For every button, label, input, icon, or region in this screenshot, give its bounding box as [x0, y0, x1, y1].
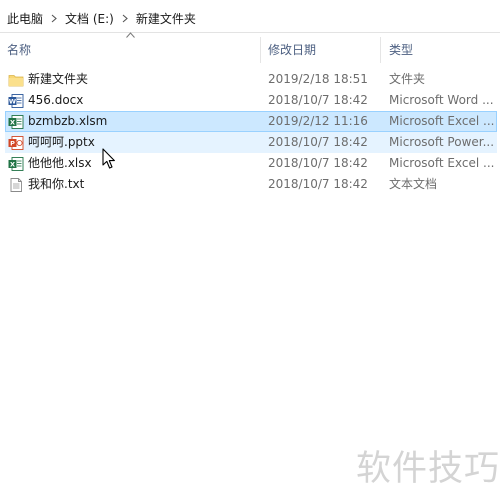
word-document-icon: W	[8, 94, 24, 108]
svg-text:X: X	[10, 161, 15, 169]
file-type: Microsoft Power...	[389, 135, 495, 149]
column-header-name[interactable]: 名称	[7, 35, 259, 65]
file-name: 呵呵呵.pptx	[28, 135, 95, 149]
file-date-modified: 2018/10/7 18:42	[268, 177, 368, 191]
column-header-date-modified[interactable]: 修改日期	[268, 35, 378, 65]
file-row-txt[interactable]: 我和你.txt 2018/10/7 18:42 文本文档	[0, 174, 500, 195]
file-date-modified: 2018/10/7 18:42	[268, 156, 368, 170]
file-type: Microsoft Excel ...	[389, 156, 495, 170]
file-name: 456.docx	[28, 93, 84, 107]
column-divider[interactable]	[380, 37, 381, 63]
file-type: Microsoft Excel ...	[389, 114, 495, 128]
breadcrumb: 此电脑 文档 (E:) 新建文件夹	[5, 9, 198, 27]
folder-icon	[8, 75, 24, 87]
file-row-xlsx[interactable]: X 他他他.xlsx 2018/10/7 18:42 Microsoft Exc…	[0, 153, 500, 174]
file-date-modified: 2019/2/12 11:16	[268, 114, 368, 128]
breadcrumb-this-pc[interactable]: 此电脑	[5, 10, 45, 27]
file-name: 他他他.xlsx	[28, 156, 92, 170]
file-row-folder[interactable]: 新建文件夹 2019/2/18 18:51 文件夹	[0, 69, 500, 90]
text-document-icon	[10, 178, 22, 192]
file-row-docx[interactable]: W 456.docx 2018/10/7 18:42 Microsoft Wor…	[0, 90, 500, 111]
file-type: 文件夹	[389, 72, 426, 86]
file-name: 我和你.txt	[28, 177, 85, 191]
powerpoint-document-icon: P	[8, 136, 24, 150]
column-divider[interactable]	[260, 37, 261, 63]
excel-document-icon: X	[8, 157, 24, 171]
file-name: 新建文件夹	[28, 72, 89, 86]
svg-text:W: W	[9, 98, 16, 106]
file-date-modified: 2018/10/7 18:42	[268, 93, 368, 107]
watermark-logo: 软件技巧	[356, 449, 500, 489]
file-type: Microsoft Word ...	[389, 93, 494, 107]
svg-text:X: X	[10, 119, 15, 127]
chevron-right-icon[interactable]	[116, 14, 134, 23]
breadcrumb-drive-e[interactable]: 文档 (E:)	[63, 10, 116, 27]
file-date-modified: 2018/10/7 18:42	[268, 135, 368, 149]
file-date-modified: 2019/2/18 18:51	[268, 72, 368, 86]
column-header-type[interactable]: 类型	[389, 35, 497, 65]
file-explorer-window: 此电脑 文档 (E:) 新建文件夹 名称 修改日期 类型 新建文件夹 2019/…	[0, 0, 500, 500]
file-row-xlsm[interactable]: X bzmbzb.xlsm 2019/2/12 11:16 Microsoft …	[0, 111, 500, 132]
file-name: bzmbzb.xlsm	[28, 114, 108, 128]
chevron-right-icon[interactable]	[45, 14, 63, 23]
svg-text:P: P	[10, 140, 15, 148]
mouse-cursor-icon	[102, 148, 115, 169]
file-type: 文本文档	[389, 177, 438, 191]
file-row-pptx[interactable]: P 呵呵呵.pptx 2018/10/7 18:42 Microsoft Pow…	[0, 132, 500, 153]
excel-document-icon: X	[8, 115, 24, 129]
column-header-row: 名称 修改日期 类型	[0, 35, 500, 65]
breadcrumb-current-folder[interactable]: 新建文件夹	[134, 10, 198, 27]
address-bar[interactable]: 此电脑 文档 (E:) 新建文件夹	[0, 0, 500, 33]
file-list: 新建文件夹 2019/2/18 18:51 文件夹 W 456.docx 201…	[0, 69, 500, 195]
